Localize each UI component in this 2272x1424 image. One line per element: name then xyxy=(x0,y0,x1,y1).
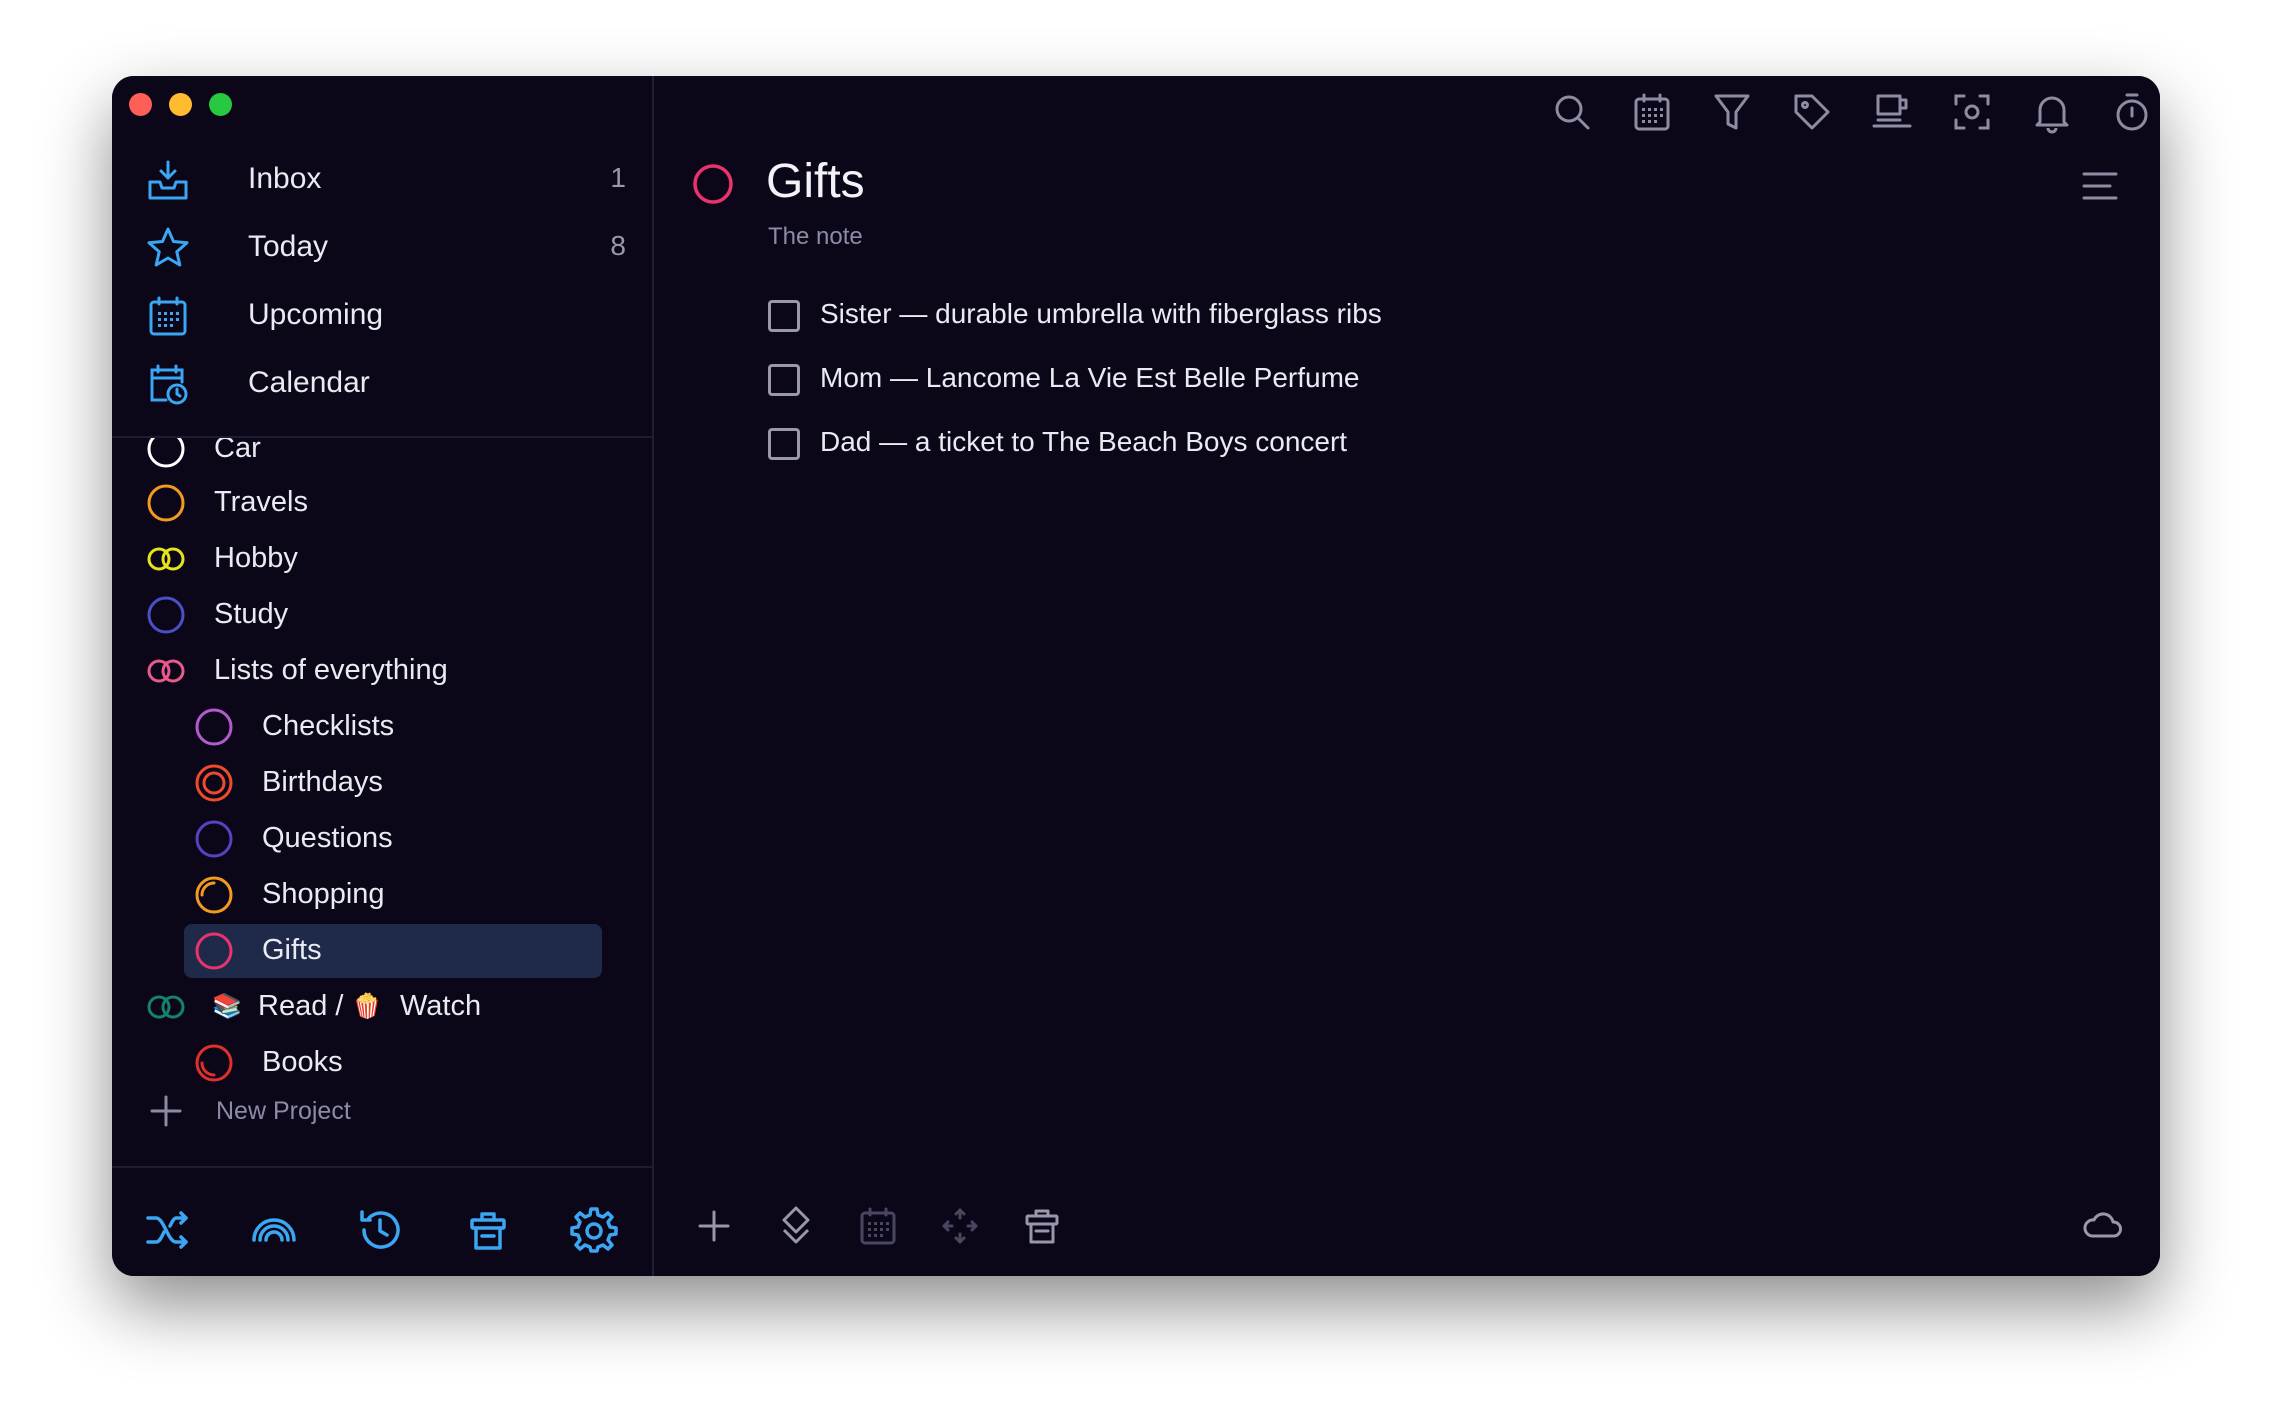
page-title[interactable]: Gifts xyxy=(766,154,865,209)
tag-icon[interactable] xyxy=(1790,90,1834,134)
project-label: Study xyxy=(214,598,289,630)
project-label-watch: Watch xyxy=(400,990,482,1022)
orange-partial-circle-icon xyxy=(194,875,234,915)
project-list: Car Travels Hobby Study Lists of everyth… xyxy=(112,438,652,1086)
project-label-read: Read / xyxy=(258,990,344,1022)
move-icon[interactable] xyxy=(938,1204,982,1248)
list-menu-icon[interactable] xyxy=(2080,166,2120,206)
project-label: Questions xyxy=(262,822,393,854)
purple-circle-icon xyxy=(194,707,234,747)
star-icon xyxy=(146,226,190,270)
nav-calendar[interactable]: Calendar xyxy=(146,354,626,414)
project-hobby[interactable]: Hobby xyxy=(146,532,586,586)
task-label[interactable]: Sister — durable umbrella with fiberglas… xyxy=(820,298,1382,330)
task-checkbox[interactable] xyxy=(768,300,800,332)
project-study[interactable]: Study xyxy=(146,588,586,642)
red-double-circle-icon xyxy=(194,763,234,803)
nav-calendar-label: Calendar xyxy=(248,366,370,399)
yellow-linked-circles-icon xyxy=(146,539,186,579)
project-label: Books xyxy=(262,1046,343,1078)
project-label: Hobby xyxy=(214,542,298,574)
books-emoji-icon: 📚 xyxy=(212,993,242,1020)
close-window-button[interactable] xyxy=(129,93,152,116)
inbox-tray-icon xyxy=(146,158,190,202)
project-label: Shopping xyxy=(262,878,385,910)
app-window: Inbox 1 Today 8 Upcoming Calendar Car Tr… xyxy=(112,76,2160,1276)
rainbow-icon[interactable] xyxy=(250,1206,298,1254)
violet-circle-icon xyxy=(194,819,234,859)
project-label: Checklists xyxy=(262,710,395,742)
task-row[interactable]: Dad — a ticket to The Beach Boys concert xyxy=(768,422,1668,466)
new-project-label: New Project xyxy=(216,1097,351,1125)
cloud-icon[interactable] xyxy=(2080,1204,2124,1248)
plus-icon xyxy=(148,1093,184,1129)
nav-inbox[interactable]: Inbox 1 xyxy=(146,150,626,210)
white-circle-icon xyxy=(146,438,186,469)
nav-today-label: Today xyxy=(248,230,329,263)
project-shopping[interactable]: Shopping xyxy=(194,868,586,922)
project-questions[interactable]: Questions xyxy=(194,812,586,866)
teal-linked-circles-icon xyxy=(146,987,186,1027)
add-icon[interactable] xyxy=(692,1204,736,1248)
project-gifts[interactable]: Gifts xyxy=(184,924,602,978)
project-checklists[interactable]: Checklists xyxy=(194,700,586,754)
project-color-icon[interactable] xyxy=(692,163,734,205)
search-icon[interactable] xyxy=(1550,90,1594,134)
coffee-icon[interactable] xyxy=(1870,90,1914,134)
history-icon[interactable] xyxy=(356,1206,404,1254)
task-label[interactable]: Mom — Lancome La Vie Est Belle Perfume xyxy=(820,362,1360,394)
sidebar: Inbox 1 Today 8 Upcoming Calendar Car Tr… xyxy=(112,76,654,1276)
minimize-window-button[interactable] xyxy=(169,93,192,116)
popcorn-emoji-icon: 🍿 xyxy=(352,993,382,1020)
nav-today-count: 8 xyxy=(610,230,626,261)
project-car[interactable]: Car xyxy=(146,438,586,476)
task-checkbox[interactable] xyxy=(768,364,800,396)
calendar-icon[interactable] xyxy=(1630,90,1674,134)
project-label: Gifts xyxy=(262,934,322,966)
nav-upcoming-label: Upcoming xyxy=(248,298,384,331)
task-row[interactable]: Sister — durable umbrella with fiberglas… xyxy=(768,294,1668,338)
trash-icon[interactable] xyxy=(1020,1204,1064,1248)
pink-circle-icon xyxy=(194,931,234,971)
project-books[interactable]: Books xyxy=(194,1036,586,1086)
project-label: Lists of everything xyxy=(214,654,448,686)
project-label: Birthdays xyxy=(262,766,383,798)
orange-circle-icon xyxy=(146,483,186,523)
task-row[interactable]: Mom — Lancome La Vie Est Belle Perfume xyxy=(768,358,1668,402)
project-lists-of-everything[interactable]: Lists of everything xyxy=(146,644,586,698)
filter-icon[interactable] xyxy=(1710,90,1754,134)
red-partial-circle-icon xyxy=(194,1043,234,1083)
project-birthdays[interactable]: Birthdays xyxy=(194,756,586,810)
calendar-grid-icon xyxy=(146,294,190,338)
priority-icon[interactable] xyxy=(774,1204,818,1248)
focus-icon[interactable] xyxy=(1950,90,1994,134)
bell-icon[interactable] xyxy=(2030,90,2074,134)
nav-inbox-count: 1 xyxy=(610,162,626,193)
nav-today[interactable]: Today 8 xyxy=(146,218,626,278)
task-checkbox[interactable] xyxy=(768,428,800,460)
new-project-button[interactable]: New Project xyxy=(148,1091,448,1135)
calendar-icon[interactable] xyxy=(856,1204,900,1248)
project-label: Travels xyxy=(214,486,308,518)
calendar-clock-icon xyxy=(146,362,190,406)
project-note[interactable]: The note xyxy=(768,223,863,251)
pink-linked-circles-icon xyxy=(146,651,186,691)
sidebar-footer-divider xyxy=(112,1166,652,1168)
project-travels[interactable]: Travels xyxy=(146,476,586,530)
trash-icon[interactable] xyxy=(464,1206,512,1254)
task-label[interactable]: Dad — a ticket to The Beach Boys concert xyxy=(820,426,1347,458)
project-label: Car xyxy=(214,438,261,464)
indigo-circle-icon xyxy=(146,595,186,635)
shuffle-icon[interactable] xyxy=(144,1206,192,1254)
gear-icon[interactable] xyxy=(570,1206,618,1254)
zoom-window-button[interactable] xyxy=(209,93,232,116)
project-read-watch[interactable]: 📚 Read / 🍿 Watch xyxy=(146,980,586,1034)
timer-icon[interactable] xyxy=(2110,90,2154,134)
nav-inbox-label: Inbox xyxy=(248,162,322,195)
nav-upcoming[interactable]: Upcoming xyxy=(146,286,626,346)
main-panel: Gifts The note Sister — durable umbrella… xyxy=(654,76,2160,1276)
